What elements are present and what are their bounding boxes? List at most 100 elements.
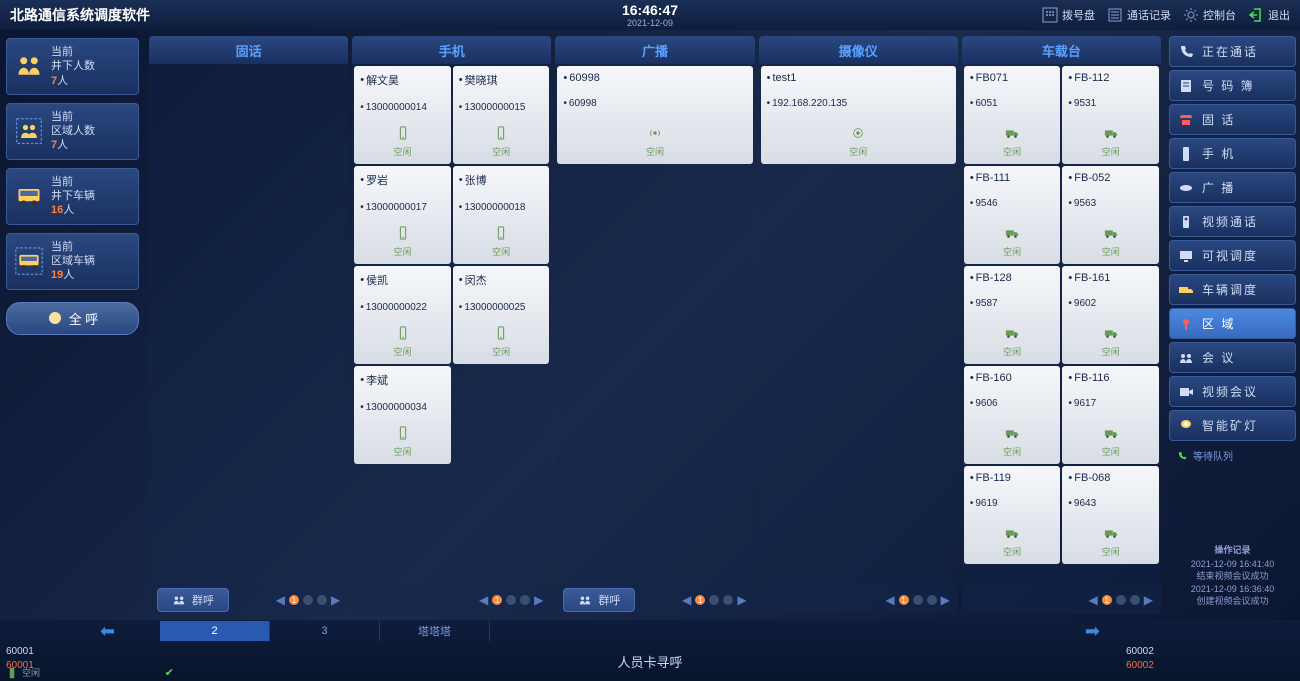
- pager-dot[interactable]: 1: [1102, 595, 1112, 605]
- contact-card[interactable]: test1192.168.220.135空闲: [761, 66, 956, 164]
- truck-icon: [1104, 126, 1118, 140]
- pager-next[interactable]: ▶: [1144, 593, 1153, 607]
- contact-card[interactable]: 罗岩13000000017空闲: [354, 166, 451, 264]
- pager-dot[interactable]: 1: [492, 595, 502, 605]
- column-body: test1192.168.220.135空闲: [759, 64, 958, 586]
- truck-icon: [1005, 426, 1019, 440]
- column-footer: ◀ 1 ▶: [759, 586, 958, 614]
- contact-card[interactable]: 闵杰13000000025空闲: [453, 266, 550, 364]
- pager-dot[interactable]: [723, 595, 733, 605]
- pager-next[interactable]: ▶: [331, 593, 340, 607]
- menu-video-meeting[interactable]: 视频会议: [1169, 376, 1296, 407]
- menu-mobile-m[interactable]: 手 机: [1169, 138, 1296, 169]
- menu-video-dispatch[interactable]: 可视调度: [1169, 240, 1296, 271]
- contact-card[interactable]: 李斌13000000034空闲: [354, 366, 451, 464]
- pager-dot[interactable]: 1: [289, 595, 299, 605]
- contact-card[interactable]: FB-1289587空闲: [964, 266, 1061, 364]
- pager-prev[interactable]: ◀: [885, 593, 894, 607]
- pager-dot[interactable]: [927, 595, 937, 605]
- pager-dot[interactable]: 1: [695, 595, 705, 605]
- pager-dot[interactable]: [1130, 595, 1140, 605]
- truck-icon: [1104, 326, 1118, 340]
- pager-dot[interactable]: 1: [899, 595, 909, 605]
- bottom-right-card[interactable]: 60002 60002: [1120, 642, 1300, 681]
- calllog-button[interactable]: 通话记录: [1107, 7, 1171, 23]
- bottom-tab[interactable]: 3: [270, 621, 380, 641]
- contact-card[interactable]: FB-1619602空闲: [1062, 266, 1159, 364]
- contact-card[interactable]: FB-1199619空闲: [964, 466, 1061, 564]
- contact-card[interactable]: FB0716051空闲: [964, 66, 1061, 164]
- menu-smart-lamp[interactable]: 智能矿灯: [1169, 410, 1296, 441]
- contact-card[interactable]: FB-1129531空闲: [1062, 66, 1159, 164]
- pager-dot[interactable]: [709, 595, 719, 605]
- column-header: 广播: [555, 36, 754, 64]
- dialpad-icon: [1042, 7, 1058, 23]
- menu-in-call[interactable]: 正在通话: [1169, 36, 1296, 67]
- pager-dot[interactable]: [913, 595, 923, 605]
- pager-prev[interactable]: ◀: [682, 593, 691, 607]
- megaphone-icon: [47, 310, 63, 326]
- stat-area-vehicles[interactable]: 当前区域车辆19人: [6, 233, 139, 290]
- pager-next[interactable]: ▶: [737, 593, 746, 607]
- column-body: 解文昊13000000014空闲樊晓琪13000000015空闲罗岩130000…: [352, 64, 551, 586]
- contact-card[interactable]: FB-0689643空闲: [1062, 466, 1159, 564]
- pager-prev[interactable]: ◀: [276, 593, 285, 607]
- stat-underground-people[interactable]: 当前井下人数7人: [6, 38, 139, 95]
- contact-card[interactable]: FB-1609606空闲: [964, 366, 1061, 464]
- truck-icon: [1005, 126, 1019, 140]
- truck-icon: [1005, 326, 1019, 340]
- column-body: FB0716051空闲FB-1129531空闲FB-1119546空闲FB-05…: [962, 64, 1161, 586]
- column-camera: 摄像仪test1192.168.220.135空闲◀1▶: [759, 36, 958, 614]
- stat-underground-vehicles[interactable]: 当前井下车辆16人: [6, 168, 139, 225]
- pager-dot[interactable]: [520, 595, 530, 605]
- menu-video-call[interactable]: 视频通话: [1169, 206, 1296, 237]
- column-mobile: 手机解文昊13000000014空闲樊晓琪13000000015空闲罗岩1300…: [352, 36, 551, 614]
- phone-icon: [6, 667, 18, 679]
- pager-next[interactable]: ▶: [534, 593, 543, 607]
- contact-card[interactable]: FB-1119546空闲: [964, 166, 1061, 264]
- pager-next[interactable]: ▶: [941, 593, 950, 607]
- tab-next-arrow[interactable]: ➡: [1085, 621, 1100, 642]
- column-header: 手机: [352, 36, 551, 64]
- contact-card[interactable]: 侯凯13000000022空闲: [354, 266, 451, 364]
- column-footer: ◀ 1 ▶: [352, 586, 551, 614]
- all-call-button[interactable]: 全 呼: [6, 302, 139, 335]
- bottom-left-card[interactable]: 60001 60001 空闲 ✔: [0, 642, 180, 681]
- stat-area-people[interactable]: 当前区域人数7人: [6, 103, 139, 160]
- menu-area[interactable]: 区 域: [1169, 308, 1296, 339]
- menu-broadcast-m[interactable]: 广 播: [1169, 172, 1296, 203]
- phone-small-icon: [1177, 451, 1187, 461]
- left-sidebar: 当前井下人数7人当前区域人数7人当前井下车辆16人当前区域车辆19人全 呼: [0, 30, 145, 620]
- exit-icon: [1248, 7, 1264, 23]
- pager-prev[interactable]: ◀: [479, 593, 488, 607]
- pager-dot[interactable]: [317, 595, 327, 605]
- menu-landline-m[interactable]: 固 话: [1169, 104, 1296, 135]
- exit-button[interactable]: 退出: [1248, 7, 1290, 23]
- truck-m-icon: [1178, 282, 1194, 298]
- bottom-tab[interactable]: 塔塔塔: [380, 621, 490, 641]
- contact-card[interactable]: 解文昊13000000014空闲: [354, 66, 451, 164]
- menu-phonebook[interactable]: 号 码 簿: [1169, 70, 1296, 101]
- menu-vehicle-dispatch[interactable]: 车辆调度: [1169, 274, 1296, 305]
- contact-card[interactable]: 樊晓琪13000000015空闲: [453, 66, 550, 164]
- bottom-tab[interactable]: 2: [160, 621, 270, 641]
- contact-card[interactable]: FB-1169617空闲: [1062, 366, 1159, 464]
- contact-card[interactable]: 6099860998空闲: [557, 66, 752, 164]
- pager-dot[interactable]: [506, 595, 516, 605]
- broadcast-icon: [648, 126, 662, 140]
- pager-dot[interactable]: [303, 595, 313, 605]
- vmeeting-icon: [1178, 384, 1194, 400]
- group-call-button[interactable]: 群呼: [157, 588, 229, 612]
- dialpad-button[interactable]: 拨号盘: [1042, 7, 1095, 23]
- group-call-button[interactable]: 群呼: [563, 588, 635, 612]
- pager-dot[interactable]: [1116, 595, 1126, 605]
- tab-prev-arrow[interactable]: ⬅: [100, 621, 115, 642]
- console-button[interactable]: 控制台: [1183, 7, 1236, 23]
- column-vehicle: 车载台FB0716051空闲FB-1129531空闲FB-1119546空闲FB…: [962, 36, 1161, 614]
- wait-queue[interactable]: 等待队列: [1169, 444, 1296, 467]
- contact-card[interactable]: 张博13000000018空闲: [453, 166, 550, 264]
- pager-prev[interactable]: ◀: [1089, 593, 1098, 607]
- mobile-icon: [1178, 146, 1194, 162]
- contact-card[interactable]: FB-0529563空闲: [1062, 166, 1159, 264]
- menu-meeting[interactable]: 会 议: [1169, 342, 1296, 373]
